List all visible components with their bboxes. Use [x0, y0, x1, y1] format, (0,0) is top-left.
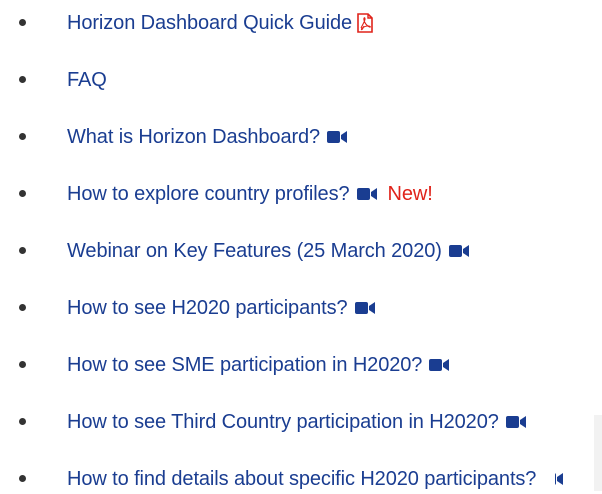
link-label: How to find details about specific H2020…	[67, 468, 537, 490]
list-item: Webinar on Key Features (25 March 2020)	[0, 236, 602, 266]
bullet	[19, 133, 26, 140]
sme-participation-link[interactable]: How to see SME participation in H2020?	[67, 352, 450, 378]
list-item: How to see Third Country participation i…	[0, 407, 602, 437]
link-label: Horizon Dashboard Quick Guide	[67, 12, 353, 34]
video-camera-icon	[356, 188, 377, 200]
link-label: How to explore country profiles?	[67, 183, 350, 205]
bullet	[19, 190, 26, 197]
video-camera-icon	[354, 302, 375, 314]
list-item: How to find details about specific H2020…	[0, 464, 602, 494]
pdf-icon	[357, 13, 373, 33]
link-label: What is Horizon Dashboard?	[67, 126, 321, 148]
video-camera-icon	[429, 359, 450, 371]
third-country-participation-link[interactable]: How to see Third Country participation i…	[67, 409, 527, 435]
bullet	[19, 19, 26, 26]
video-camera-icon	[327, 131, 348, 143]
list-item: FAQ	[0, 65, 602, 95]
link-label: FAQ	[67, 69, 107, 91]
new-badge: New!	[387, 183, 433, 205]
bullet	[19, 418, 26, 425]
webinar-key-features-link[interactable]: Webinar on Key Features (25 March 2020)	[67, 238, 470, 264]
bullet	[19, 304, 26, 311]
link-label: How to see SME participation in H2020?	[67, 354, 423, 376]
list-item: What is Horizon Dashboard?	[0, 122, 602, 152]
list-item: Horizon Dashboard Quick Guide	[0, 8, 602, 38]
link-label: Webinar on Key Features (25 March 2020)	[67, 240, 442, 262]
bullet	[19, 247, 26, 254]
scrollbar-thumb[interactable]	[543, 415, 555, 491]
faq-link[interactable]: FAQ	[67, 67, 107, 93]
link-label: How to see H2020 participants?	[67, 297, 348, 319]
link-label: How to see Third Country participation i…	[67, 411, 499, 433]
bullet	[19, 76, 26, 83]
video-camera-icon	[505, 416, 526, 428]
explore-country-profiles-link[interactable]: How to explore country profiles? New!	[67, 181, 433, 207]
bullet	[19, 475, 26, 482]
list-item: How to see SME participation in H2020?	[0, 350, 602, 380]
list-item: How to explore country profiles? New!	[0, 179, 602, 209]
specific-participants-link[interactable]: How to find details about specific H2020…	[67, 466, 564, 492]
h2020-participants-link[interactable]: How to see H2020 participants?	[67, 295, 376, 321]
what-is-horizon-dashboard-link[interactable]: What is Horizon Dashboard?	[67, 124, 348, 150]
quick-guide-link[interactable]: Horizon Dashboard Quick Guide	[67, 10, 374, 36]
video-camera-icon	[448, 245, 469, 257]
list-item: How to see H2020 participants?	[0, 293, 602, 323]
bullet	[19, 361, 26, 368]
scrollbar-track-edge	[594, 415, 602, 491]
